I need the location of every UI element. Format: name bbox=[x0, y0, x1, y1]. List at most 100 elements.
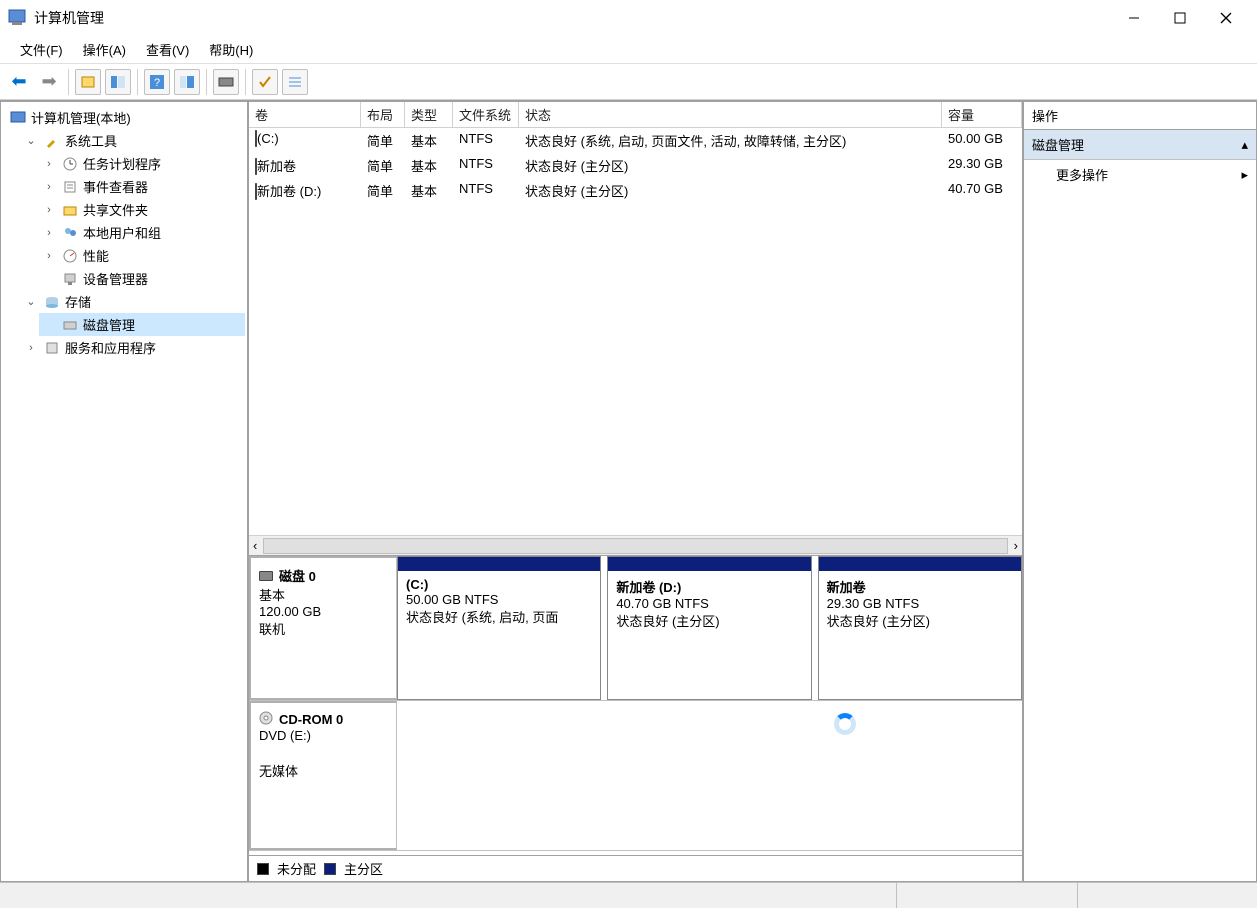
disk-0-info[interactable]: 磁盘 0 基本 120.00 GB 联机 bbox=[249, 556, 397, 700]
vol-cap: 50.00 GB bbox=[942, 130, 1022, 151]
checkmark-icon[interactable] bbox=[252, 69, 278, 95]
disk-0-title: 磁盘 0 bbox=[279, 566, 316, 585]
help-button[interactable]: ? bbox=[144, 69, 170, 95]
app-icon bbox=[8, 9, 26, 27]
vol-cap: 29.30 GB bbox=[942, 155, 1022, 176]
vol-status: 状态良好 (系统, 启动, 页面文件, 活动, 故障转储, 主分区) bbox=[519, 130, 942, 151]
partition-name: 新加卷 bbox=[827, 577, 1013, 596]
actions-header: 操作 bbox=[1023, 101, 1257, 130]
cdrom-status: 无媒体 bbox=[259, 761, 388, 780]
menu-view[interactable]: 查看(V) bbox=[136, 38, 199, 61]
tree-local-users-label: 本地用户和组 bbox=[83, 223, 161, 242]
tools-icon bbox=[43, 132, 61, 150]
tree-root[interactable]: 计算机管理(本地) bbox=[3, 106, 245, 129]
cdrom-title: CD-ROM 0 bbox=[279, 712, 343, 727]
partition-new[interactable]: 新加卷 29.30 GB NTFS 状态良好 (主分区) bbox=[818, 556, 1022, 700]
actions-section-label: 磁盘管理 bbox=[1032, 135, 1084, 154]
maximize-button[interactable] bbox=[1157, 2, 1203, 34]
vol-type: 基本 bbox=[405, 180, 453, 201]
forward-button[interactable]: ➡ bbox=[36, 69, 62, 95]
legend-swatch-primary bbox=[324, 863, 336, 875]
cdrom-empty bbox=[397, 701, 1022, 850]
vol-type: 基本 bbox=[405, 155, 453, 176]
toolbar-separator bbox=[137, 69, 138, 95]
volume-rows: (C:) 简单 基本 NTFS 状态良好 (系统, 启动, 页面文件, 活动, … bbox=[249, 128, 1022, 535]
tree-storage[interactable]: ⌄ 存储 bbox=[21, 290, 245, 313]
vol-name: (C:) bbox=[257, 131, 279, 146]
horizontal-scrollbar[interactable]: ‹ › bbox=[249, 535, 1022, 555]
tree-task-scheduler-label: 任务计划程序 bbox=[83, 154, 161, 173]
tree-device-manager[interactable]: 设备管理器 bbox=[39, 267, 245, 290]
chevron-right-icon[interactable]: › bbox=[23, 342, 39, 354]
tree-services[interactable]: › 服务和应用程序 bbox=[21, 336, 245, 359]
vol-name: 新加卷 bbox=[257, 159, 296, 174]
col-type[interactable]: 类型 bbox=[405, 102, 453, 127]
tree-local-users[interactable]: › 本地用户和组 bbox=[39, 221, 245, 244]
tree-task-scheduler[interactable]: › 任务计划程序 bbox=[39, 152, 245, 175]
refresh-button[interactable] bbox=[174, 69, 200, 95]
list-icon[interactable] bbox=[282, 69, 308, 95]
center-panel: 卷 布局 类型 文件系统 状态 容量 (C:) 简单 基本 NTFS 状态良好 … bbox=[248, 101, 1023, 882]
back-button[interactable]: ⬅ bbox=[6, 69, 32, 95]
titlebar: 计算机管理 bbox=[0, 0, 1257, 36]
gauge-icon bbox=[61, 247, 79, 265]
tree-system-tools[interactable]: ⌄ 系统工具 bbox=[21, 129, 245, 152]
toolbar-separator bbox=[206, 69, 207, 95]
vol-fs: NTFS bbox=[453, 180, 519, 201]
partition-header bbox=[608, 557, 810, 571]
vol-type: 基本 bbox=[405, 130, 453, 151]
partition-size: 29.30 GB NTFS bbox=[827, 596, 1013, 611]
partition-d[interactable]: 新加卷 (D:) 40.70 GB NTFS 状态良好 (主分区) bbox=[607, 556, 811, 700]
menu-file[interactable]: 文件(F) bbox=[10, 38, 73, 61]
volume-row[interactable]: (C:) 简单 基本 NTFS 状态良好 (系统, 启动, 页面文件, 活动, … bbox=[249, 128, 1022, 153]
show-hide-tree-button[interactable] bbox=[105, 69, 131, 95]
cdrom-info[interactable]: CD-ROM 0 DVD (E:) 无媒体 bbox=[249, 701, 397, 850]
partition-header bbox=[819, 557, 1021, 571]
properties-button[interactable] bbox=[213, 69, 239, 95]
col-volume[interactable]: 卷 bbox=[249, 102, 361, 127]
tree-disk-management-label: 磁盘管理 bbox=[83, 315, 135, 334]
menu-action[interactable]: 操作(A) bbox=[73, 38, 136, 61]
chevron-down-icon[interactable]: ⌄ bbox=[23, 134, 39, 147]
tree-storage-label: 存储 bbox=[65, 292, 91, 311]
tree-disk-management[interactable]: 磁盘管理 bbox=[39, 313, 245, 336]
volume-row[interactable]: 新加卷 简单 基本 NTFS 状态良好 (主分区) 29.30 GB bbox=[249, 153, 1022, 178]
col-layout[interactable]: 布局 bbox=[361, 102, 405, 127]
toolbar: ⬅ ➡ ? bbox=[0, 64, 1257, 100]
chevron-right-icon[interactable]: › bbox=[41, 181, 57, 193]
window-title: 计算机管理 bbox=[34, 8, 1111, 28]
col-capacity[interactable]: 容量 bbox=[942, 102, 1022, 127]
menu-help[interactable]: 帮助(H) bbox=[199, 38, 263, 61]
vol-fs: NTFS bbox=[453, 155, 519, 176]
vol-fs: NTFS bbox=[453, 130, 519, 151]
partition-c[interactable]: (C:) 50.00 GB NTFS 状态良好 (系统, 启动, 页面 bbox=[397, 556, 601, 700]
legend-unallocated: 未分配 bbox=[277, 859, 316, 878]
chevron-right-icon[interactable]: › bbox=[41, 227, 57, 239]
chevron-right-icon[interactable]: › bbox=[41, 250, 57, 262]
chevron-right-icon[interactable]: › bbox=[41, 158, 57, 170]
col-filesystem[interactable]: 文件系统 bbox=[453, 102, 519, 127]
partition-size: 50.00 GB NTFS bbox=[406, 592, 592, 607]
more-actions[interactable]: 更多操作 ▸ bbox=[1024, 160, 1256, 189]
scroll-left-icon[interactable]: ‹ bbox=[253, 538, 257, 553]
actions-section-title[interactable]: 磁盘管理 ▴ bbox=[1024, 130, 1256, 160]
disk-map: 磁盘 0 基本 120.00 GB 联机 (C:) 50.00 GB NTFS … bbox=[248, 556, 1023, 856]
statusbar bbox=[0, 882, 1257, 908]
tree-event-viewer[interactable]: › 事件查看器 bbox=[39, 175, 245, 198]
partition-status: 状态良好 (系统, 启动, 页面 bbox=[406, 607, 592, 626]
partition-status: 状态良好 (主分区) bbox=[827, 611, 1013, 630]
vol-status: 状态良好 (主分区) bbox=[519, 155, 942, 176]
close-button[interactable] bbox=[1203, 2, 1249, 34]
scrollbar-track[interactable] bbox=[263, 538, 1007, 554]
tree-root-label: 计算机管理(本地) bbox=[31, 108, 131, 127]
chevron-right-icon[interactable]: › bbox=[41, 204, 57, 216]
col-status[interactable]: 状态 bbox=[519, 102, 942, 127]
tree-shared-folders[interactable]: › 共享文件夹 bbox=[39, 198, 245, 221]
scroll-right-icon[interactable]: › bbox=[1014, 538, 1018, 553]
volume-row[interactable]: 新加卷 (D:) 简单 基本 NTFS 状态良好 (主分区) 40.70 GB bbox=[249, 178, 1022, 203]
up-button[interactable] bbox=[75, 69, 101, 95]
chevron-down-icon[interactable]: ⌄ bbox=[23, 295, 39, 308]
tree-performance[interactable]: › 性能 bbox=[39, 244, 245, 267]
minimize-button[interactable] bbox=[1111, 2, 1157, 34]
device-icon bbox=[61, 270, 79, 288]
